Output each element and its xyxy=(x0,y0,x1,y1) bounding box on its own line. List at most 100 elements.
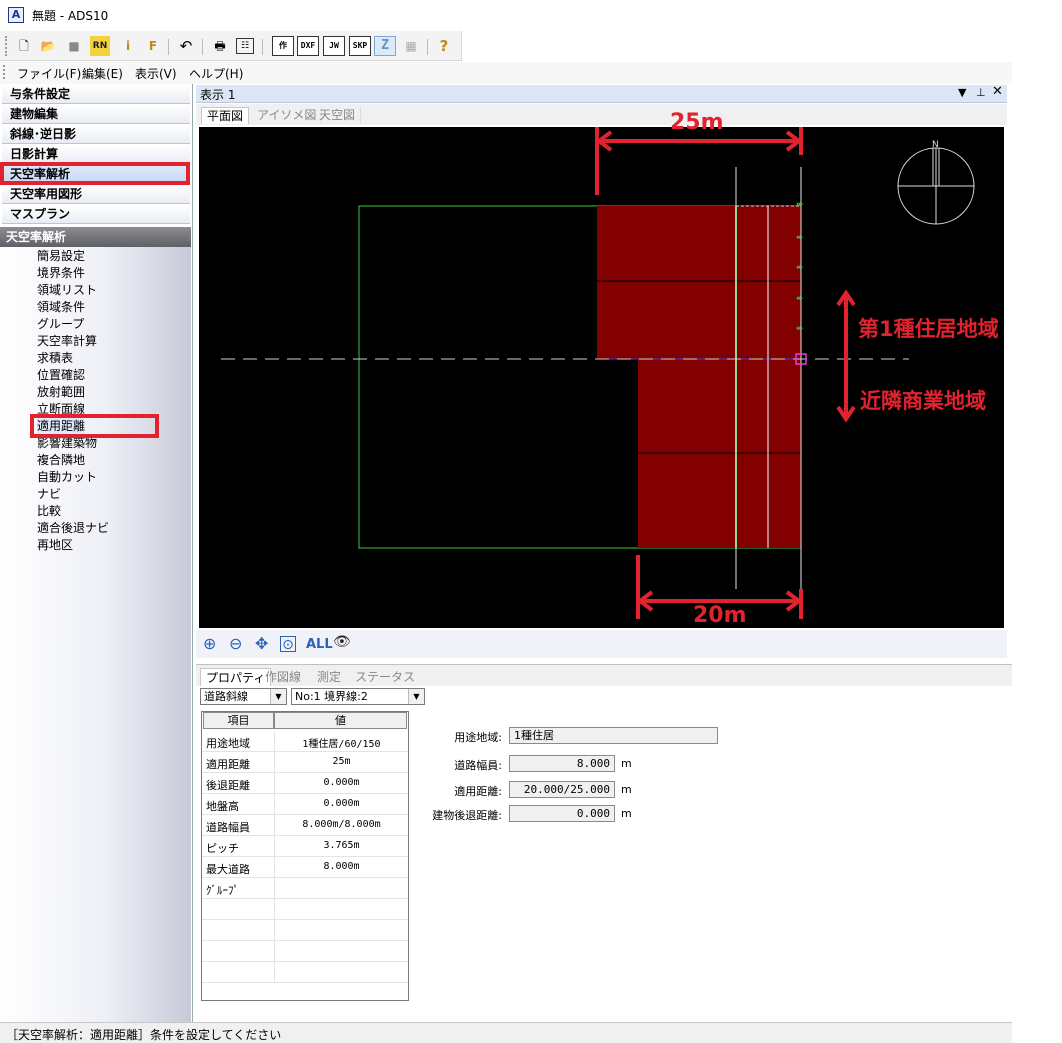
field-road-width: 8.000 xyxy=(509,755,615,772)
undo-icon[interactable]: ↶ xyxy=(176,36,196,56)
jw-button[interactable]: JW xyxy=(323,36,345,56)
table-row[interactable]: ｸﾞﾙｰﾌﾟ xyxy=(202,878,408,899)
table-row-empty xyxy=(202,962,408,983)
table-row[interactable]: 最大道路 8.000m xyxy=(202,857,408,878)
menu-file[interactable]: ファイル(F) xyxy=(17,65,81,82)
status-text: ［天空率解析：適用距離］条件を設定してください xyxy=(6,1028,282,1042)
sub-item-navi[interactable]: ナビ xyxy=(37,486,61,502)
sub-item-boundary-conditions[interactable]: 境界条件 xyxy=(37,265,85,281)
dxf-button[interactable]: DXF xyxy=(297,36,319,56)
sub-item-simple-setting[interactable]: 簡易設定 xyxy=(37,248,85,264)
print-icon[interactable]: 🖶 xyxy=(210,36,230,56)
sub-item-auto-cut[interactable]: 自動カット xyxy=(37,469,97,485)
menu-edit[interactable]: 編集(E) xyxy=(82,65,123,82)
type-select-value: 道路斜線 xyxy=(204,690,248,703)
line-select-value: No:1 境界線:2 xyxy=(295,690,368,703)
zoom-in-icon[interactable]: ⊕ xyxy=(203,634,216,653)
menu-view[interactable]: 表示(V) xyxy=(135,65,177,82)
chevron-down-icon[interactable]: ▼ xyxy=(408,689,424,704)
highlight-box-item xyxy=(30,414,159,438)
help-icon[interactable]: ? xyxy=(434,36,454,56)
sub-item-redistrict[interactable]: 再地区 xyxy=(37,537,73,553)
zoom-window-icon[interactable]: ⊙ xyxy=(280,636,296,653)
type-select[interactable]: 道路斜線 ▼ xyxy=(200,688,287,705)
nav-slope-shadow[interactable]: 斜線･逆日影 xyxy=(2,125,190,144)
window-title: 無題 - ADS10 xyxy=(32,9,109,23)
line-select[interactable]: No:1 境界線:2 ▼ xyxy=(291,688,425,705)
plan-drawing: ↞ ↞ ↞ ↞ ↞ N xyxy=(221,127,975,619)
f-icon[interactable]: F xyxy=(143,36,163,56)
draw-button[interactable]: 作 xyxy=(272,36,294,56)
nav-sky-factor-shapes[interactable]: 天空率用図形 xyxy=(2,185,190,204)
mark: ↞ xyxy=(796,200,804,210)
toolbar-grip[interactable] xyxy=(5,36,8,56)
close-icon[interactable]: ✕ xyxy=(992,84,1003,99)
chevron-down-icon[interactable]: ▼ xyxy=(270,689,286,704)
menu-grip xyxy=(3,65,6,79)
toolbar-separator xyxy=(168,39,169,55)
rn-icon[interactable]: RN xyxy=(90,36,110,56)
sub-item-compare[interactable]: 比較 xyxy=(37,503,61,519)
view-toolbar: ⊕ ⊖ ✥ ⊙ ALL 👁 xyxy=(196,630,1007,658)
info-icon[interactable]: i xyxy=(118,36,138,56)
tab-isometric[interactable]: アイソメ図 xyxy=(252,107,323,124)
table-row[interactable]: 適用距離 25m xyxy=(202,752,408,773)
nav-mass-plan[interactable]: マスプラン xyxy=(2,205,190,224)
tab-sky-view[interactable]: 天空図 xyxy=(314,107,362,124)
tab-plan[interactable]: 平面図 xyxy=(201,107,250,124)
pin-icon[interactable]: ⊥ xyxy=(976,86,986,99)
table-row[interactable]: ピッチ 3.765m xyxy=(202,836,408,857)
sub-item-position-check[interactable]: 位置確認 xyxy=(37,367,85,383)
compass-north: N xyxy=(932,140,939,150)
sub-item-setback-navi[interactable]: 適合後退ナビ xyxy=(37,520,109,536)
title-bar: A 無題 - ADS10 xyxy=(0,0,1012,31)
table-header-item: 項目 xyxy=(203,712,274,729)
annotation-zone-lower: 近隣商業地域 xyxy=(860,389,986,413)
save-icon[interactable]: ■ xyxy=(64,36,84,56)
field-label-zoning: 用途地域: xyxy=(454,731,502,744)
view-window-header: 表示 1 ▼ ⊥ ✕ xyxy=(196,84,1007,103)
sub-item-area-list[interactable]: 領域リスト xyxy=(37,282,97,298)
eye-icon[interactable]: 👁 xyxy=(333,634,351,650)
sub-item-compound-adjacent[interactable]: 複合隣地 xyxy=(37,452,85,468)
property-tabs: プロパティ 作図線 測定 ステータス xyxy=(196,664,1012,686)
open-folder-icon[interactable]: 📂 xyxy=(38,36,58,56)
disabled-tool-icon: ▦ xyxy=(405,39,417,53)
sub-panel-header: 天空率解析 xyxy=(0,227,191,247)
sub-item-group[interactable]: グループ xyxy=(37,316,84,332)
z-button[interactable]: Z xyxy=(374,36,396,56)
table-header-value: 値 xyxy=(274,712,407,729)
dropdown-icon[interactable]: ▼ xyxy=(958,86,966,99)
toolbar-separator xyxy=(202,39,203,55)
sub-item-radial-range[interactable]: 放射範囲 xyxy=(37,384,85,400)
table-row[interactable]: 道路幅員 8.000m/8.000m xyxy=(202,815,408,836)
skp-button[interactable]: SKP xyxy=(349,36,371,56)
annotation-bottom-dimension: 20m xyxy=(693,603,747,628)
field-unit: m xyxy=(621,757,632,770)
mark: ↞ xyxy=(796,263,804,273)
table-row[interactable]: 後退距離 0.000m xyxy=(202,773,408,794)
zoom-out-icon[interactable]: ⊖ xyxy=(229,634,242,653)
field-applicable-distance: 20.000/25.000 xyxy=(509,781,615,798)
nav-conditions[interactable]: 与条件設定 xyxy=(2,85,190,104)
table-row[interactable]: 用途地域 1種住居/60/150 xyxy=(202,731,408,752)
table-row-empty xyxy=(202,899,408,920)
sub-item-sky-calc[interactable]: 天空率計算 xyxy=(37,333,97,349)
table-row-empty xyxy=(202,941,408,962)
nav-building-edit[interactable]: 建物編集 xyxy=(2,105,190,124)
zone-arrow xyxy=(836,289,856,423)
plan-canvas[interactable]: ↞ ↞ ↞ ↞ ↞ N xyxy=(199,127,1004,628)
sub-item-area-table[interactable]: 求積表 xyxy=(37,350,73,366)
tab-measure[interactable]: 測定 xyxy=(312,668,346,686)
settings-list-icon[interactable]: ☷ xyxy=(236,38,254,54)
field-setback: 0.000 xyxy=(509,805,615,822)
menu-help[interactable]: ヘルプ(H) xyxy=(189,65,243,82)
tab-draw-lines[interactable]: 作図線 xyxy=(260,668,306,686)
tab-status[interactable]: ステータス xyxy=(350,668,420,686)
table-row[interactable]: 地盤高 0.000m xyxy=(202,794,408,815)
pan-icon[interactable]: ✥ xyxy=(255,634,268,653)
zoom-all-button[interactable]: ALL xyxy=(306,637,333,652)
sub-item-area-conditions[interactable]: 領域条件 xyxy=(37,299,85,315)
new-file-icon[interactable]: 🗋 xyxy=(14,36,34,56)
field-zoning: 1種住居 xyxy=(509,727,718,744)
